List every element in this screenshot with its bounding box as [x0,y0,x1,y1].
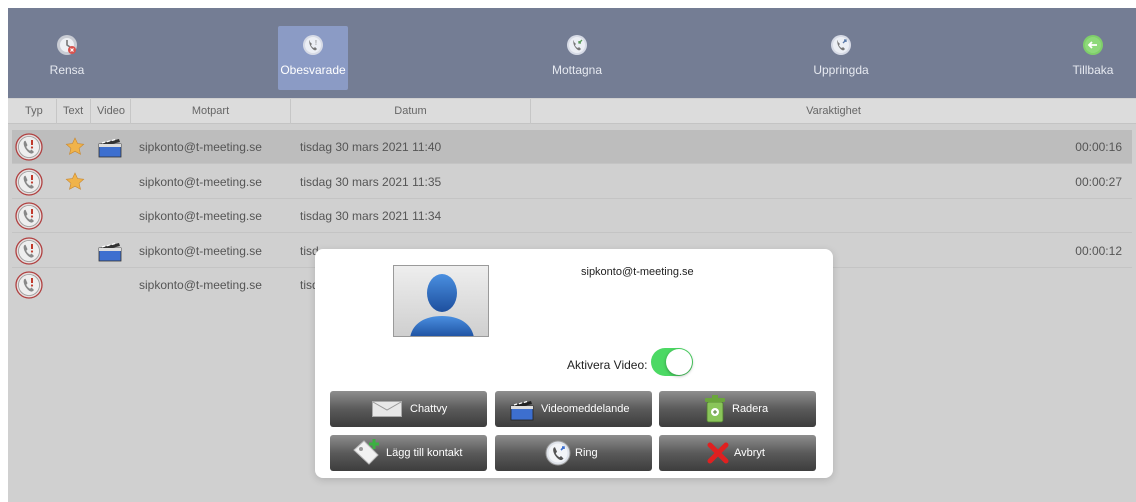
column-type[interactable]: Typ [8,99,57,124]
contact-address: sipkonto@t-meeting.se [581,266,694,278]
toggle-knob [666,349,692,375]
column-video[interactable]: Video [91,99,131,124]
text-star-icon [65,172,85,192]
row-date: tisdag 30 mars 2021 11:34 [300,209,442,223]
video-toggle-label: Aktivera Video: [567,358,648,372]
missed-call-icon [15,168,43,196]
column-duration[interactable]: Varaktighet [531,99,1136,124]
contact-avatar [393,265,489,337]
add-contact-icon [352,438,382,465]
missed-call-icon [15,133,43,161]
table-row[interactable]: sipkonto@t-meeting.se tisdag 30 mars 202… [12,199,1132,233]
column-party[interactable]: Motpart [131,99,291,124]
received-call-icon [566,34,588,56]
received-calls-label: Mottagna [551,63,603,77]
chat-view-button[interactable]: Chattvy [330,391,487,427]
missed-calls-tab[interactable]: ! Obesvarade [278,26,348,90]
toolbar: Rensa ! Obesvarade Mottagna Uppringda Ti… [8,8,1136,98]
svg-text:!: ! [315,40,317,47]
dialed-call-icon [830,34,852,56]
call-action-dialog: sipkonto@t-meeting.se Aktivera Video: Ch… [315,249,833,478]
row-party: sipkonto@t-meeting.se [139,209,262,223]
row-party: sipkonto@t-meeting.se [139,175,262,189]
row-duration: 00:00:16 [1075,140,1122,154]
table-row[interactable]: sipkonto@t-meeting.se tisdag 30 mars 202… [12,165,1132,199]
video-message-button[interactable]: Videomeddelande [495,391,652,427]
back-button[interactable]: Tillbaka [1058,26,1128,88]
missed-call-icon [15,271,43,299]
received-calls-tab[interactable]: Mottagna [542,26,612,88]
person-silhouette-icon [410,274,474,336]
table-row[interactable]: sipkonto@t-meeting.se tisdag 30 mars 202… [12,130,1132,164]
delete-button[interactable]: Radera [659,391,816,427]
row-duration: 00:00:12 [1075,244,1122,258]
row-party: sipkonto@t-meeting.se [139,244,262,258]
column-text[interactable]: Text [57,99,91,124]
phone-call-icon [545,440,571,466]
video-clapper-icon [97,240,123,262]
envelope-icon [372,401,402,427]
missed-calls-label: Obesvarade [280,63,346,77]
back-arrow-icon [1082,34,1104,56]
trash-can-icon [704,394,726,423]
video-clapper-icon [509,397,535,423]
add-contact-button[interactable]: Lägg till kontakt [330,435,487,471]
missed-call-icon [15,202,43,230]
row-date: tisdag 30 mars 2021 11:35 [300,175,442,189]
text-star-icon [65,137,85,157]
clear-icon [56,34,78,56]
column-date[interactable]: Datum [291,99,531,124]
row-date: tisdag 30 mars 2021 11:40 [300,140,442,154]
cancel-button[interactable]: Avbryt [659,435,816,471]
call-button[interactable]: Ring [495,435,652,471]
dialed-calls-tab[interactable]: Uppringda [806,26,876,88]
call-history-window: Rensa ! Obesvarade Mottagna Uppringda Ti… [8,8,1136,502]
clear-button[interactable]: Rensa [32,26,102,88]
back-label: Tillbaka [1072,63,1114,77]
close-x-icon [707,442,729,468]
clear-label: Rensa [49,63,85,77]
row-party: sipkonto@t-meeting.se [139,140,262,154]
row-party: sipkonto@t-meeting.se [139,278,262,292]
row-duration: 00:00:27 [1075,175,1122,189]
missed-call-icon: ! [302,34,324,56]
dialed-calls-label: Uppringda [813,63,869,77]
missed-call-icon [15,237,43,265]
video-clapper-icon [97,136,123,158]
table-header: Typ Text Video Motpart Datum Varaktighet [8,99,1136,124]
video-toggle[interactable] [651,348,693,376]
